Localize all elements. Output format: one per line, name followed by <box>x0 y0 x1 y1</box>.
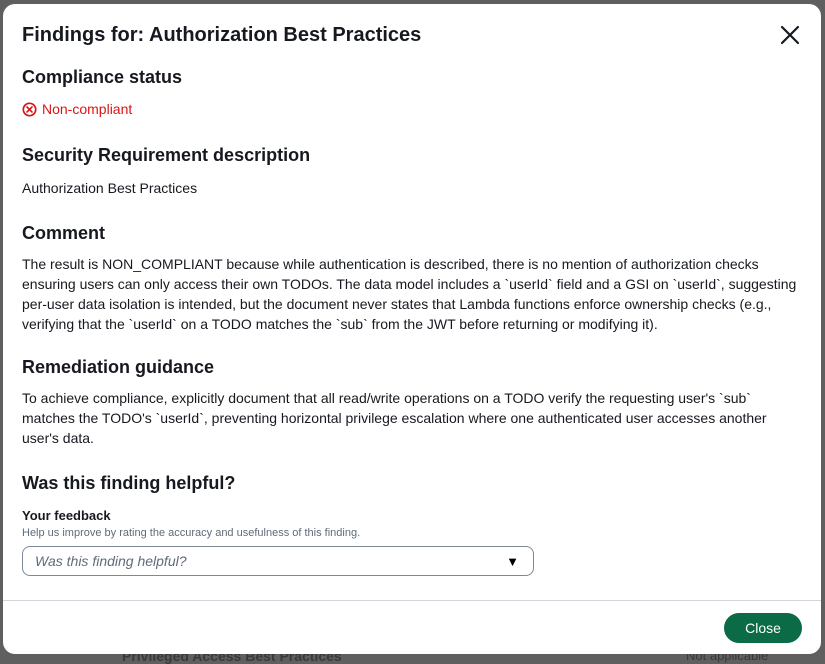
requirement-section: Security Requirement description Authori… <box>22 144 799 198</box>
status-badge: Non-compliant <box>22 100 799 118</box>
caret-down-icon: ▼ <box>506 553 519 569</box>
modal-content: Compliance status Non-compliant Security… <box>22 66 799 576</box>
comment-text: The result is NON_COMPLIANT because whil… <box>22 256 797 332</box>
feedback-help-text: Help us improve by rating the accuracy a… <box>22 527 361 539</box>
feedback-heading: Was this finding helpful? <box>22 473 236 493</box>
modal-header: Findings for: Authorization Best Practic… <box>22 22 803 48</box>
remediation-heading: Remediation guidance <box>22 357 215 377</box>
compliance-heading: Compliance status <box>22 67 183 87</box>
feedback-select-placeholder: Was this finding helpful? <box>35 553 187 569</box>
feedback-section: Was this finding helpful? Your feedback … <box>22 472 799 576</box>
comment-section: Comment The result is NON_COMPLIANT beca… <box>22 222 799 334</box>
footer-divider <box>3 600 821 601</box>
close-icon[interactable] <box>777 22 803 48</box>
x-circle-icon <box>22 101 37 117</box>
comment-heading: Comment <box>22 223 106 243</box>
modal-title: Findings for: Authorization Best Practic… <box>22 24 422 46</box>
feedback-label: Your feedback <box>22 508 111 523</box>
status-text: Non-compliant <box>42 101 133 117</box>
close-button[interactable]: Close <box>724 613 802 643</box>
feedback-select[interactable]: Was this finding helpful? ▼ <box>22 546 534 576</box>
compliance-section: Compliance status Non-compliant <box>22 66 799 118</box>
requirement-heading: Security Requirement description <box>22 145 311 165</box>
findings-modal: Findings for: Authorization Best Practic… <box>3 4 821 654</box>
remediation-text: To achieve compliance, explicitly docume… <box>22 390 767 446</box>
remediation-section: Remediation guidance To achieve complian… <box>22 356 799 448</box>
requirement-text: Authorization Best Practices <box>22 180 198 196</box>
